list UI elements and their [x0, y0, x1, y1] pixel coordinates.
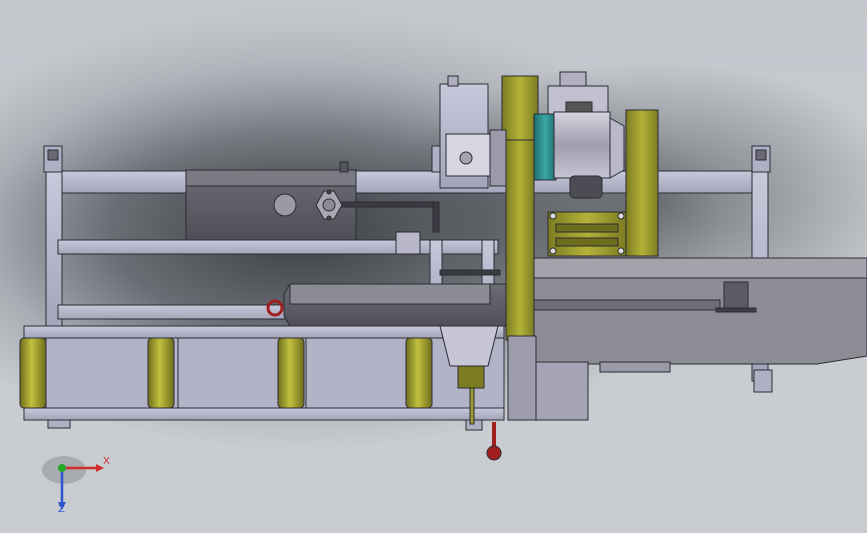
belt-guard-right[interactable]	[625, 109, 659, 257]
x-axis-label: X	[103, 456, 110, 467]
cylinder-port-left	[273, 193, 297, 217]
cad-viewport[interactable]: X Z	[0, 0, 867, 533]
z-axis-label: Z	[58, 504, 65, 515]
pump-tower[interactable]	[439, 75, 507, 189]
roller-3[interactable]	[277, 337, 305, 409]
motor-pulley-block[interactable]	[547, 211, 627, 257]
gear-motor[interactable]	[533, 71, 659, 257]
roller-1[interactable]	[19, 337, 47, 409]
machine-assembly-model[interactable]	[0, 0, 867, 533]
roller-4[interactable]	[405, 337, 433, 409]
piston-rod	[341, 201, 438, 208]
axis-triad: X Z	[40, 450, 120, 520]
y-axis-dot	[58, 464, 66, 472]
right-channel[interactable]	[529, 257, 867, 373]
rod-bracket	[395, 231, 421, 255]
base-top-rail[interactable]	[23, 325, 505, 339]
roller-base-frame[interactable]	[19, 325, 505, 421]
motor-coupling	[533, 113, 557, 181]
base-bottom-rail[interactable]	[23, 407, 505, 421]
red-handle-knob[interactable]	[486, 445, 502, 461]
motor-body[interactable]	[553, 111, 611, 179]
roller-2[interactable]	[147, 337, 175, 409]
